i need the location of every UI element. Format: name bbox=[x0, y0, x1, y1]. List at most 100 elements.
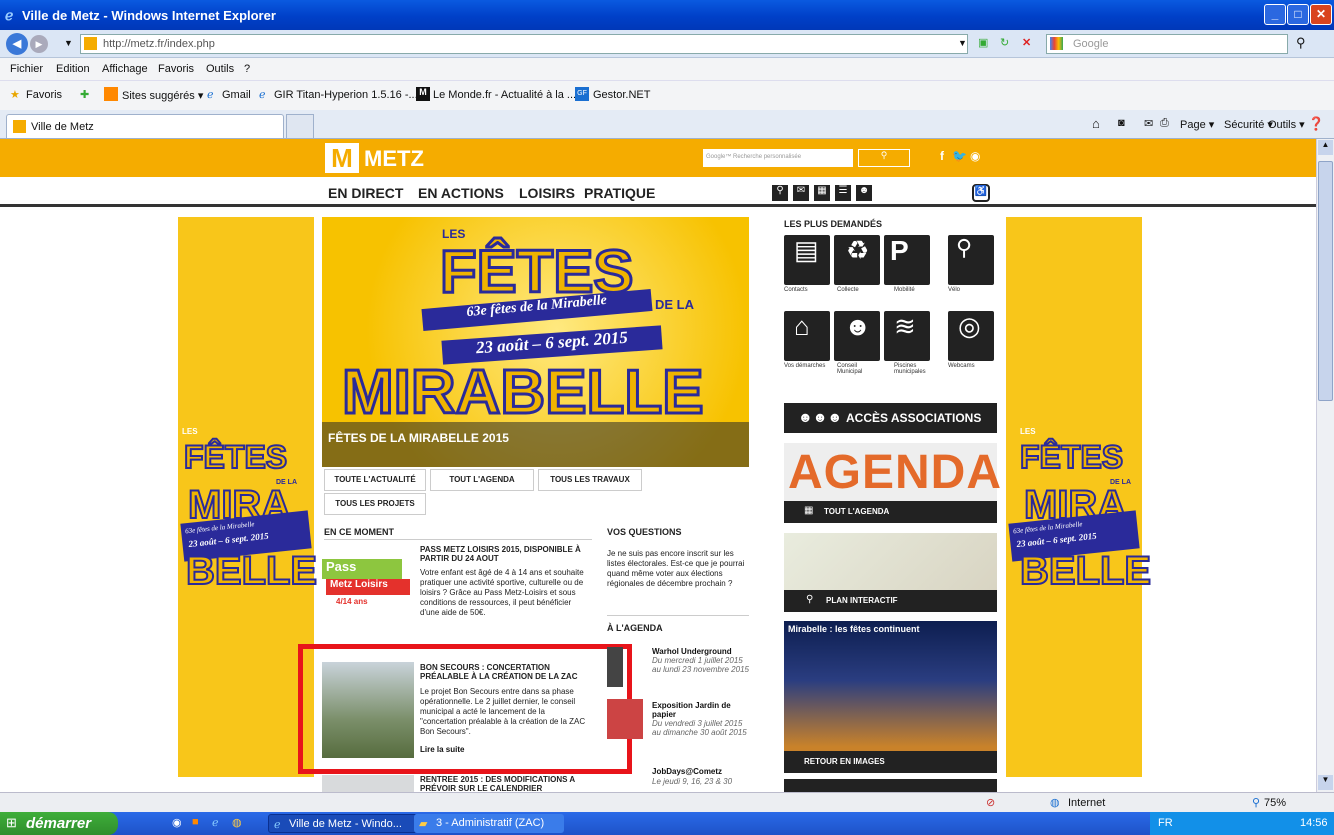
btn-tous-travaux[interactable]: TOUS LES TRAVAUX bbox=[538, 469, 642, 491]
mail-icon[interactable]: ✉ bbox=[1144, 117, 1153, 130]
language-indicator[interactable]: FR bbox=[1158, 817, 1173, 829]
quicklaunch-icon[interactable]: ℯ bbox=[212, 816, 219, 829]
webcam-icon[interactable]: ◎ bbox=[948, 311, 994, 361]
vertical-scrollbar[interactable]: ▲ ▼ bbox=[1316, 139, 1334, 792]
fav-sites-suggeres[interactable]: Sites suggérés ▾ bbox=[122, 89, 203, 102]
envelope-icon[interactable]: ✉ bbox=[793, 185, 809, 201]
site-search-button[interactable]: ⚲ bbox=[858, 149, 910, 167]
user-icon[interactable]: ☻ bbox=[856, 185, 872, 201]
fav-lemonde[interactable]: Le Monde.fr - Actualité à la ... bbox=[433, 89, 576, 101]
favorites-button[interactable]: Favoris bbox=[26, 89, 62, 101]
search-field[interactable]: Google bbox=[1046, 34, 1288, 54]
url-field[interactable]: http://metz.fr/index.php bbox=[80, 34, 968, 54]
tools-menu[interactable]: Outils ▾ bbox=[1268, 118, 1305, 131]
side-banner-right[interactable]: LES FÊTES DE LA MIRA 63e fêtes de la Mir… bbox=[1006, 217, 1152, 777]
news-title-rentree[interactable]: RENTREE 2015 : DES MODIFICATIONS A PRÉVO… bbox=[420, 775, 592, 792]
vos-questions-body[interactable]: Je ne suis pas encore inscrit sur les li… bbox=[607, 549, 749, 589]
facebook-icon[interactable]: f bbox=[940, 149, 944, 163]
menu-edition[interactable]: Edition bbox=[56, 63, 90, 75]
menu-favoris[interactable]: Favoris bbox=[158, 63, 194, 75]
photo-cathedral[interactable]: Mirabelle : les fêtes continuent bbox=[784, 621, 997, 769]
collecte-icon[interactable]: ♻ bbox=[834, 235, 880, 285]
side-banner-left[interactable]: LES FÊTES DE LA MIRA 63e fêtes de la Mir… bbox=[178, 217, 318, 777]
help-icon[interactable]: ❓ bbox=[1308, 116, 1324, 132]
fav-gestor[interactable]: Gestor.NET bbox=[593, 89, 650, 101]
rss-icon[interactable]: ◉ bbox=[970, 149, 980, 163]
contacts-icon[interactable]: ▤ bbox=[784, 235, 830, 285]
acces-associations-button[interactable]: ☻☻☻ ACCÈS ASSOCIATIONS bbox=[784, 403, 997, 433]
stop-icon[interactable]: ✕ bbox=[1022, 36, 1031, 49]
document-icon[interactable]: ☰ bbox=[835, 185, 851, 201]
url-dropdown-icon[interactable]: ▼ bbox=[958, 38, 967, 48]
news-title-pass[interactable]: PASS METZ LOISIRS 2015, DISPONIBLE À PAR… bbox=[420, 545, 588, 563]
tout-agenda-button[interactable]: ▦ TOUT L'AGENDA bbox=[784, 501, 997, 523]
feeds-icon[interactable]: ◙ bbox=[1118, 117, 1125, 129]
new-tab-button[interactable] bbox=[286, 114, 314, 138]
fav-gir-titan[interactable]: GIR Titan-Hyperion 1.5.16 -... bbox=[274, 89, 418, 101]
retour-en-images-button[interactable]: RETOUR EN IMAGES bbox=[784, 751, 997, 773]
page-menu[interactable]: Page ▾ bbox=[1180, 118, 1214, 131]
browser-tab-active[interactable]: Ville de Metz bbox=[6, 114, 284, 138]
agenda-item-name[interactable]: JobDays@Cometz bbox=[652, 767, 748, 776]
add-favorite-icon[interactable]: ✚ bbox=[80, 88, 89, 101]
scroll-thumb[interactable] bbox=[1318, 161, 1333, 401]
accessibility-icon[interactable]: ♿ bbox=[972, 184, 990, 202]
scroll-down-button[interactable]: ▼ bbox=[1318, 775, 1333, 790]
btn-tout-agenda[interactable]: TOUT L'AGENDA bbox=[430, 469, 534, 491]
pass-metz-image[interactable]: Pass Metz Loisirs 4/14 ans bbox=[322, 545, 414, 635]
demarches-icon[interactable]: ⌂ bbox=[784, 311, 830, 361]
piscines-icon[interactable]: ≋ bbox=[884, 311, 930, 361]
hero-caption[interactable]: FÊTES DE LA MIRABELLE 2015 bbox=[328, 431, 509, 445]
calendar-icon[interactable]: ▦ bbox=[814, 185, 830, 201]
nav-en-actions[interactable]: EN ACTIONS bbox=[418, 185, 504, 201]
zoom-level[interactable]: 75% bbox=[1264, 797, 1286, 809]
velo-icon[interactable]: ⚲ bbox=[948, 235, 994, 285]
rentree-image[interactable] bbox=[322, 775, 414, 792]
nav-en-direct[interactable]: EN DIRECT bbox=[328, 185, 403, 201]
menu-fichier[interactable]: Fichier bbox=[10, 63, 43, 75]
mobilite-icon[interactable]: P bbox=[884, 235, 930, 285]
print-icon[interactable]: ⎙ bbox=[1160, 117, 1169, 130]
zoom-icon[interactable]: ⚲ bbox=[1252, 796, 1260, 809]
task-ie[interactable]: ℯ Ville de Metz - Windo... bbox=[268, 814, 418, 833]
jardin-papier-image[interactable] bbox=[607, 699, 643, 739]
compat-view-icon[interactable]: ▣ bbox=[978, 36, 988, 49]
quicklaunch-icon[interactable]: ◉ bbox=[172, 816, 182, 829]
nav-loisirs[interactable]: LOISIRS bbox=[519, 185, 575, 201]
back-button[interactable]: ◀ bbox=[6, 33, 28, 55]
minimize-button[interactable]: _ bbox=[1264, 4, 1286, 25]
twitter-icon[interactable]: 🐦 bbox=[952, 149, 967, 163]
hero-banner[interactable]: LES FÊTES DE LA 63e fêtes de la Mirabell… bbox=[322, 217, 749, 467]
close-button[interactable]: ✕ bbox=[1310, 4, 1332, 25]
conseil-icon[interactable]: ☻ bbox=[834, 311, 880, 361]
search-icon[interactable]: ⚲ bbox=[1296, 35, 1306, 51]
home-icon[interactable]: ⌂ bbox=[1092, 116, 1100, 131]
site-search-input[interactable]: Google™ Recherche personnalisée bbox=[703, 149, 853, 167]
nav-pratique[interactable]: PRATIQUE bbox=[584, 185, 655, 201]
fav-gmail[interactable]: Gmail bbox=[222, 89, 251, 101]
plan-interactif-button[interactable]: ⚲ PLAN INTERACTIF bbox=[784, 590, 997, 612]
map-image[interactable] bbox=[784, 533, 997, 593]
warhol-image[interactable] bbox=[607, 647, 623, 687]
icon-label: Webcams bbox=[948, 363, 975, 369]
forward-button[interactable]: ▶ bbox=[30, 35, 48, 53]
agenda-item-name[interactable]: Warhol Underground bbox=[652, 647, 748, 656]
menu-help[interactable]: ? bbox=[244, 63, 250, 75]
history-dropdown-icon[interactable]: ▼ bbox=[64, 38, 73, 48]
menu-outils[interactable]: Outils bbox=[206, 63, 234, 75]
security-menu[interactable]: Sécurité ▾ bbox=[1224, 118, 1273, 131]
refresh-icon[interactable]: ↻ bbox=[1000, 36, 1009, 49]
agenda-item-name[interactable]: Exposition Jardin de papier bbox=[652, 701, 748, 719]
menu-affichage[interactable]: Affichage bbox=[102, 63, 148, 75]
clock[interactable]: 14:56 bbox=[1300, 817, 1328, 829]
quicklaunch-icon[interactable]: ◍ bbox=[232, 816, 242, 829]
btn-toute-actualite[interactable]: TOUTE L'ACTUALITÉ bbox=[324, 469, 426, 491]
start-button[interactable]: ⊞ démarrer bbox=[0, 812, 118, 835]
btn-tous-projets[interactable]: TOUS LES PROJETS bbox=[324, 493, 426, 515]
maximize-button[interactable]: □ bbox=[1287, 4, 1309, 25]
scroll-up-button[interactable]: ▲ bbox=[1318, 140, 1333, 155]
task-folder[interactable]: ▰ 3 - Administratif (ZAC) bbox=[414, 814, 564, 833]
quicklaunch-icon[interactable]: ■ bbox=[192, 816, 199, 828]
site-logo-text[interactable]: METZ bbox=[364, 146, 424, 172]
map-pin-icon[interactable]: ⚲ bbox=[772, 185, 788, 201]
